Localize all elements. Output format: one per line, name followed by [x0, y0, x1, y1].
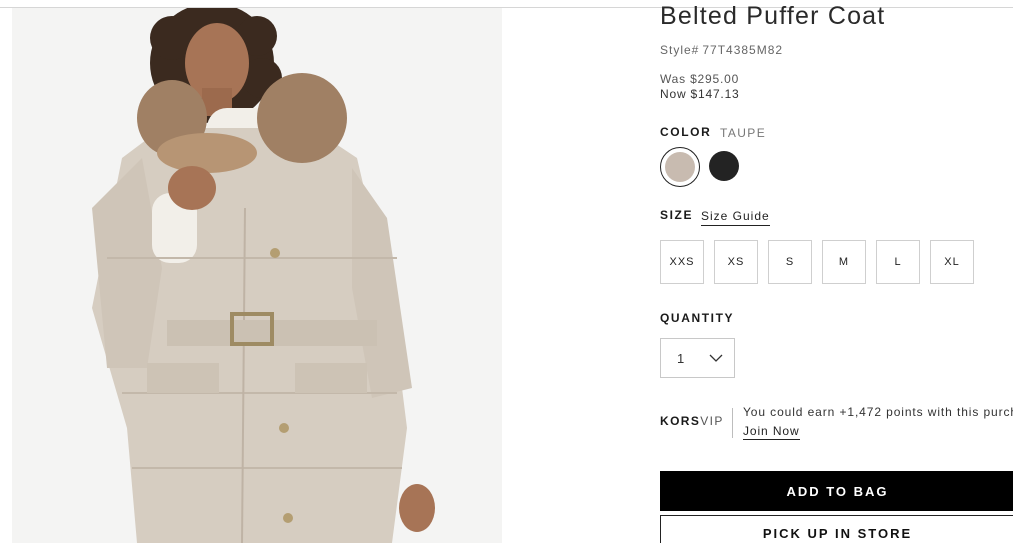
style-value: 77T4385M82	[702, 43, 784, 57]
size-option-s[interactable]: S	[768, 240, 812, 284]
size-option-xl[interactable]: XL	[930, 240, 974, 284]
join-now-link[interactable]: Join Now	[743, 424, 800, 440]
size-option-l[interactable]: L	[876, 240, 920, 284]
coat-illustration	[12, 8, 502, 543]
price-now: Now $147.13	[660, 87, 740, 101]
swatch-fill	[709, 151, 739, 181]
swatch-fill	[665, 152, 695, 182]
quantity-label: QUANTITY	[660, 311, 735, 325]
quantity-value: 1	[677, 351, 685, 366]
color-swatch-taupe[interactable]	[660, 147, 700, 187]
quantity-select[interactable]: 1	[660, 338, 735, 378]
size-option-m[interactable]: M	[822, 240, 866, 284]
korsvip-points-message: You could earn +1,472 points with this p…	[743, 405, 1013, 419]
size-label: SIZE	[660, 208, 694, 222]
add-to-bag-button[interactable]: ADD TO BAG	[660, 471, 1013, 511]
pick-up-in-store-button[interactable]: PICK UP IN STORE	[660, 515, 1013, 543]
size-option-xs[interactable]: XS	[714, 240, 758, 284]
product-title: Belted Puffer Coat	[660, 2, 886, 30]
korsvip-logo-light: VIP	[700, 414, 724, 428]
selected-color-name: TAUPE	[720, 126, 767, 140]
size-guide-link[interactable]: Size Guide	[701, 209, 770, 226]
korsvip-logo: KORSVIP	[660, 414, 724, 428]
style-number: Style# 77T4385M82	[660, 43, 783, 57]
style-label: Style#	[660, 43, 700, 57]
color-swatch-black[interactable]	[705, 147, 745, 187]
size-option-xxs[interactable]: XXS	[660, 240, 704, 284]
korsvip-logo-bold: KORS	[660, 414, 701, 428]
korsvip-divider	[732, 408, 733, 438]
chevron-down-icon	[709, 354, 723, 362]
color-label: COLOR	[660, 125, 712, 139]
product-info-panel: Belted Puffer Coat Style# 77T4385M82 Was …	[660, 0, 1013, 543]
price-was: Was $295.00	[660, 72, 740, 86]
product-image[interactable]	[12, 8, 502, 543]
